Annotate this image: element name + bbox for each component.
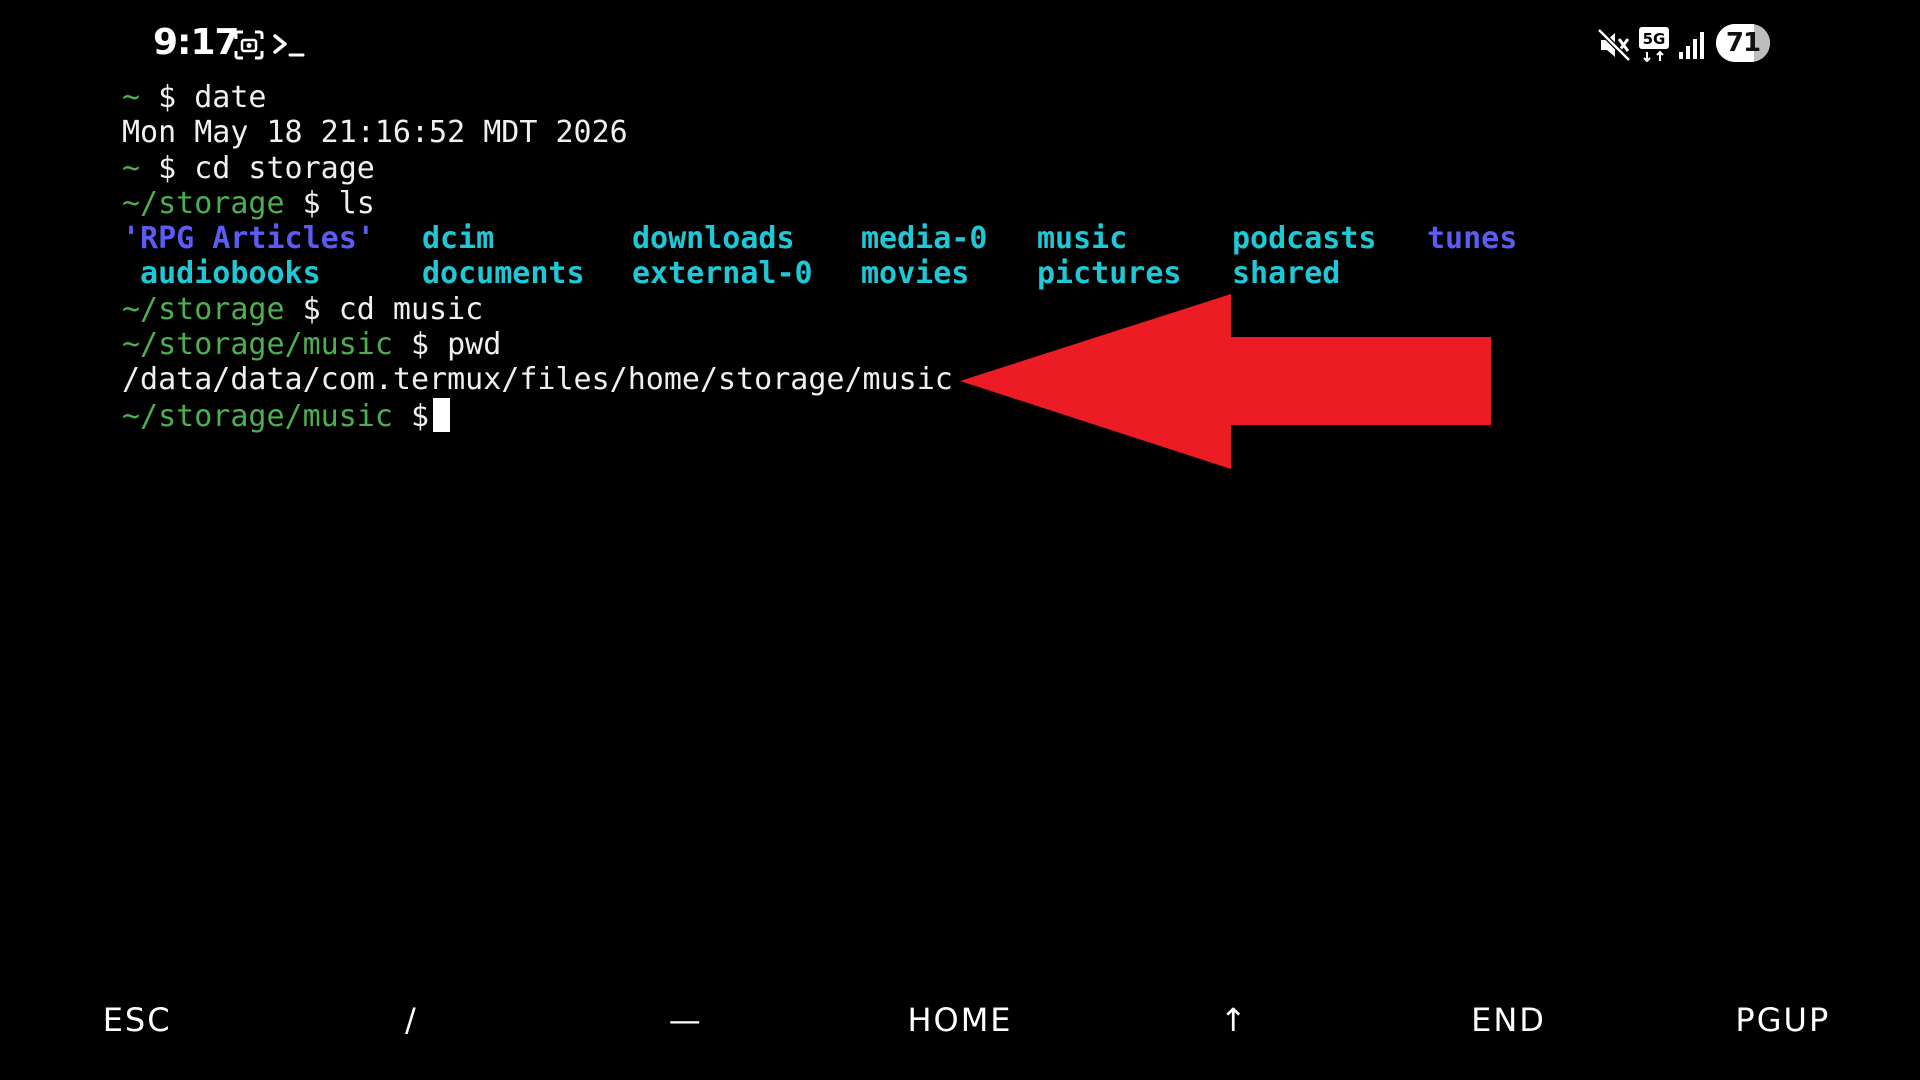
mute-icon — [1597, 28, 1631, 62]
prompt-symbol: $ — [302, 291, 321, 327]
ls-entry: media-0 — [861, 221, 988, 257]
red-arrow-annotation — [960, 294, 1491, 469]
ls-entry: 'RPG Articles' — [122, 221, 375, 257]
ls-entry: dcim — [422, 221, 495, 257]
svg-text:5G: 5G — [1643, 30, 1666, 48]
ls-entry: music — [1037, 221, 1128, 257]
text-cursor — [433, 397, 451, 432]
status-clock: 9:17 — [153, 22, 240, 63]
prompt-symbol: $ — [302, 185, 321, 221]
terminal-line: ~ $ cd storage — [122, 151, 1842, 186]
command-text: ls — [338, 185, 375, 221]
ls-entry: movies — [861, 256, 970, 292]
prompt-symbol: $ — [411, 398, 430, 434]
command-text: cd storage — [194, 150, 375, 186]
battery-percent: 71 — [1725, 28, 1761, 58]
command-text: cd music — [338, 291, 484, 327]
ls-output-row: audiobooks documents external-0 movies p… — [122, 256, 1842, 291]
ls-entry: downloads — [632, 221, 795, 257]
terminal-line: ~/storage $ ls — [122, 186, 1842, 221]
ls-entry: audiobooks — [122, 256, 321, 292]
prompt-symbol: $ — [158, 150, 177, 186]
status-bar: 9:17 5G 71 — [0, 0, 1920, 90]
terminal-line: ~ $ date — [122, 80, 1842, 115]
prompt-path: ~ — [122, 150, 141, 186]
terminal-icon — [273, 34, 305, 57]
prompt-symbol: $ — [411, 327, 430, 363]
signal-icon — [1679, 32, 1704, 59]
prompt-path: ~ — [122, 80, 141, 115]
ls-output-row: 'RPG Articles' dcim downloads media-0 mu… — [122, 221, 1842, 256]
prompt-path: ~/storage — [122, 185, 285, 221]
command-text: pwd — [447, 327, 502, 363]
battery-indicator: 71 — [1716, 24, 1770, 62]
ls-entry: podcasts — [1232, 221, 1377, 257]
ls-entry: documents — [422, 256, 585, 292]
dash-key[interactable]: — — [549, 985, 823, 1055]
5g-icon: 5G — [1639, 27, 1669, 62]
ls-entry: external-0 — [632, 256, 813, 292]
up-arrow-key[interactable]: ↑ — [1097, 985, 1371, 1055]
ls-entry: pictures — [1037, 256, 1182, 292]
terminal-output: Mon May 18 21:16:52 MDT 2026 — [122, 115, 628, 151]
ls-entry: tunes — [1427, 221, 1518, 257]
pgup-key[interactable]: PGUP — [1646, 985, 1920, 1055]
ls-entry: shared — [1232, 256, 1341, 292]
command-text: date — [194, 80, 267, 115]
end-key[interactable]: END — [1371, 985, 1645, 1055]
slash-key[interactable]: / — [274, 985, 548, 1055]
prompt-symbol: $ — [158, 80, 177, 115]
esc-key[interactable]: ESC — [0, 985, 274, 1055]
screenshot-icon — [234, 30, 264, 60]
home-key[interactable]: HOME — [823, 985, 1097, 1055]
extra-keys-bar: ESC / — HOME ↑ END PGUP — [0, 985, 1920, 1055]
